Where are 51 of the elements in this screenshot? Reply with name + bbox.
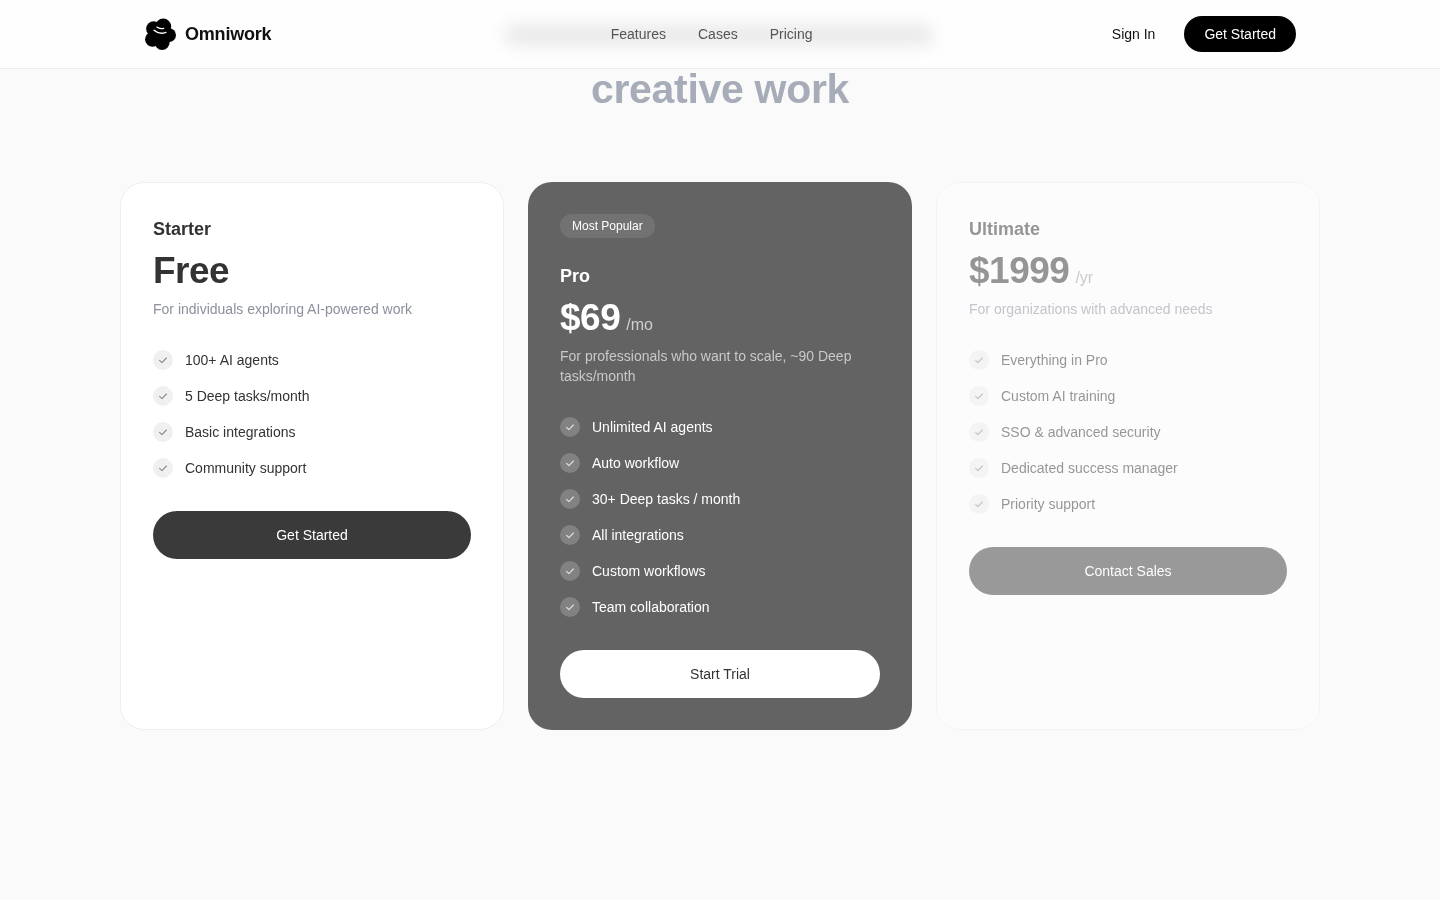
feature-text: Dedicated success manager: [1001, 460, 1178, 476]
feature-text: 5 Deep tasks/month: [185, 388, 310, 404]
nav-link[interactable]: Features: [610, 26, 666, 42]
feature-text: SSO & advanced security: [1001, 424, 1161, 440]
plan-price: $69: [560, 298, 621, 338]
plan-description: For professionals who want to scale, ~90 Deep tasks/month: [560, 347, 853, 386]
check-icon: [560, 489, 580, 509]
feature-text: Basic integrations: [185, 424, 296, 440]
popular-badge: Most Popular: [560, 214, 655, 238]
check-icon: [969, 494, 989, 514]
check-icon: [969, 458, 989, 478]
feature-text: Auto workflow: [592, 455, 680, 471]
section-heading: creative work: [589, 69, 851, 109]
nav-link[interactable]: Cases: [698, 26, 738, 42]
feature-text: Community support: [185, 460, 307, 476]
check-icon: [969, 386, 989, 406]
sign-in-link[interactable]: Sign In: [1111, 26, 1156, 42]
feature-text: 30+ Deep tasks / month: [592, 491, 741, 507]
cloud-logo-icon: [144, 18, 176, 50]
plan-name: Starter: [153, 218, 213, 241]
check-icon: [153, 458, 173, 478]
brand-name: Omniwork: [185, 23, 272, 45]
check-icon: [560, 417, 580, 437]
billing-period: /mo: [626, 316, 653, 334]
check-icon: [153, 422, 173, 442]
get-started-button[interactable]: Get Started: [1184, 16, 1296, 52]
feature-text: Unlimited AI agents: [592, 419, 713, 435]
check-icon: [153, 386, 173, 406]
plan-price: Free: [153, 251, 230, 291]
plan-button[interactable]: Start Trial: [560, 650, 880, 698]
plan-name: Ultimate: [969, 218, 1041, 241]
check-icon: [969, 350, 989, 370]
check-icon: [560, 453, 580, 473]
check-icon: [560, 561, 580, 581]
check-icon: [560, 597, 580, 617]
nav-link[interactable]: Pricing: [769, 26, 813, 42]
plan-button[interactable]: Get Started: [153, 511, 471, 559]
feature-text: Priority support: [1001, 496, 1096, 512]
check-icon: [153, 350, 173, 370]
feature-text: Everything in Pro: [1001, 352, 1108, 368]
feature-text: Custom AI training: [1001, 388, 1116, 404]
feature-text: Custom workflows: [592, 563, 706, 579]
plan-description: For organizations with advanced needs: [969, 300, 1214, 319]
check-icon: [969, 422, 989, 442]
plan-price: $1999: [969, 251, 1070, 291]
plan-description: For individuals exploring AI-powered work: [153, 300, 414, 319]
check-icon: [560, 525, 580, 545]
feature-text: 100+ AI agents: [185, 352, 279, 368]
feature-text: Team collaboration: [592, 599, 710, 615]
plan-name: Pro: [560, 265, 591, 288]
feature-text: All integrations: [592, 527, 684, 543]
